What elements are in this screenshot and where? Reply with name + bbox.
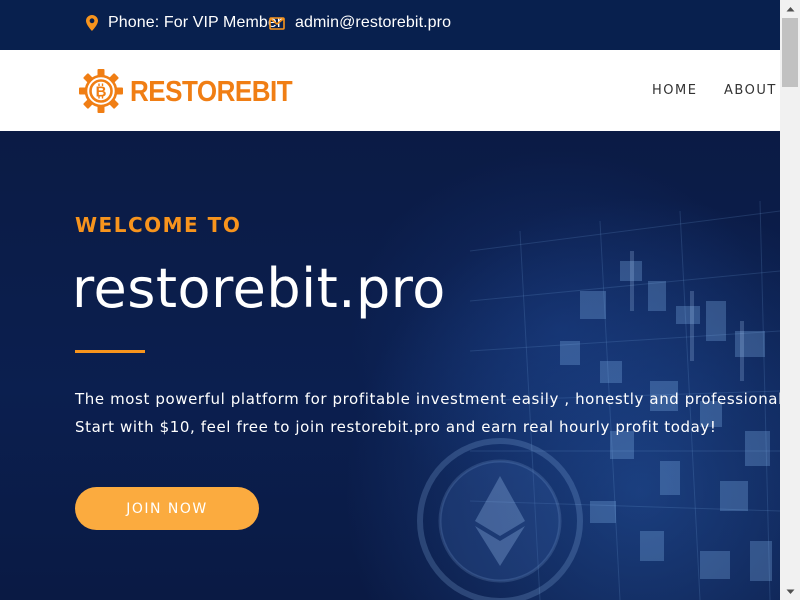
phone-text: Phone: For VIP Member <box>108 14 283 31</box>
scroll-down-arrow-icon[interactable] <box>780 583 800 600</box>
bitcoin-gear-icon: B <box>79 69 123 113</box>
hero-description: The most powerful platform for profitabl… <box>75 385 780 441</box>
scroll-up-arrow-icon[interactable] <box>780 0 800 17</box>
email-text[interactable]: admin@restorebit.pro <box>295 14 451 32</box>
phone-contact: Phone: For VIP Member <box>86 0 282 46</box>
scroll-thumb[interactable] <box>782 18 798 87</box>
description-line-2: Start with $10, feel free to join restor… <box>75 418 717 436</box>
envelope-icon <box>269 16 285 30</box>
logo-text: RESTOREBIT <box>130 73 293 108</box>
title-divider <box>75 350 145 353</box>
top-contact-bar: Phone: For VIP Member admin@restorebit.p… <box>0 0 780 50</box>
join-now-button[interactable]: JOIN NOW <box>75 487 259 530</box>
page-scrollbar[interactable] <box>780 0 800 600</box>
site-logo[interactable]: B RESTOREBIT <box>76 66 293 116</box>
email-contact[interactable]: admin@restorebit.pro <box>269 0 451 46</box>
svg-text:B: B <box>96 84 107 101</box>
main-navbar: B RESTOREBIT HOME ABOUT US <box>0 50 800 131</box>
map-marker-icon <box>86 15 98 31</box>
description-line-1: The most powerful platform for profitabl… <box>75 390 780 408</box>
welcome-heading: WELCOME TO <box>75 213 242 237</box>
hero-section: WELCOME TO restorebit.pro The most power… <box>0 131 780 600</box>
nav-home[interactable]: HOME <box>652 83 697 98</box>
hero-title: restorebit.pro <box>72 257 446 320</box>
